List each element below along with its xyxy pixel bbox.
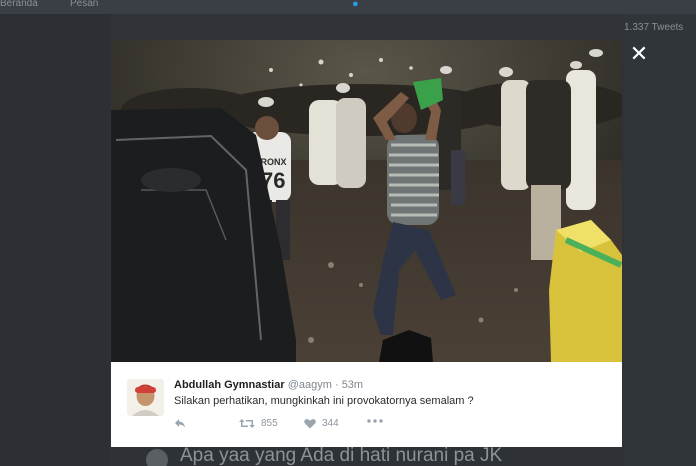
avatar[interactable] [127, 379, 164, 416]
reply-icon [175, 419, 185, 428]
close-icon[interactable]: ✕ [629, 43, 649, 65]
avatar-image [127, 379, 164, 416]
heart-icon [304, 419, 316, 429]
time-separator: · [334, 379, 339, 391]
retweet-button[interactable]: 855 [239, 418, 278, 429]
retweet-icon [239, 419, 255, 428]
background-left-column [0, 14, 110, 466]
more-icon [367, 419, 383, 423]
tweet-time[interactable]: 53m [342, 379, 363, 391]
background-tweets-label: 1.337 Tweets [624, 22, 684, 33]
author-name[interactable]: Abdullah Gymnastiar [174, 379, 285, 391]
reply-button[interactable] [174, 418, 186, 428]
more-button[interactable] [367, 418, 383, 424]
background-messages-link: Pesan [70, 0, 99, 9]
protest-photo: BRONX 76 [111, 40, 622, 362]
retweet-count: 855 [261, 418, 278, 429]
background-right-column: 1.337 Tweets [624, 14, 696, 466]
bird-logo-icon: ● [352, 0, 359, 10]
like-count: 344 [322, 418, 339, 429]
author-handle[interactable]: @aagym [288, 379, 332, 391]
tweet-photo[interactable]: BRONX 76 [111, 40, 622, 362]
tweet-author: Abdullah Gymnastiar @aagym · 53m [174, 379, 363, 391]
background-next-tweet-text: Apa yaa yang Ada di hati nurani pa JK [180, 447, 503, 466]
tweet-card: Abdullah Gymnastiar @aagym · 53m Silakan… [111, 362, 622, 447]
background-top-bar: Beranda Pesan ● [0, 0, 696, 14]
background-next-tweet: Apa yaa yang Ada di hati nurani pa JK [110, 447, 624, 466]
tweet-text: Silakan perhatikan, mungkinkah ini provo… [174, 395, 474, 407]
background-home-link: Beranda [0, 0, 38, 9]
like-button[interactable]: 344 [304, 418, 339, 429]
background-avatar [146, 449, 168, 466]
